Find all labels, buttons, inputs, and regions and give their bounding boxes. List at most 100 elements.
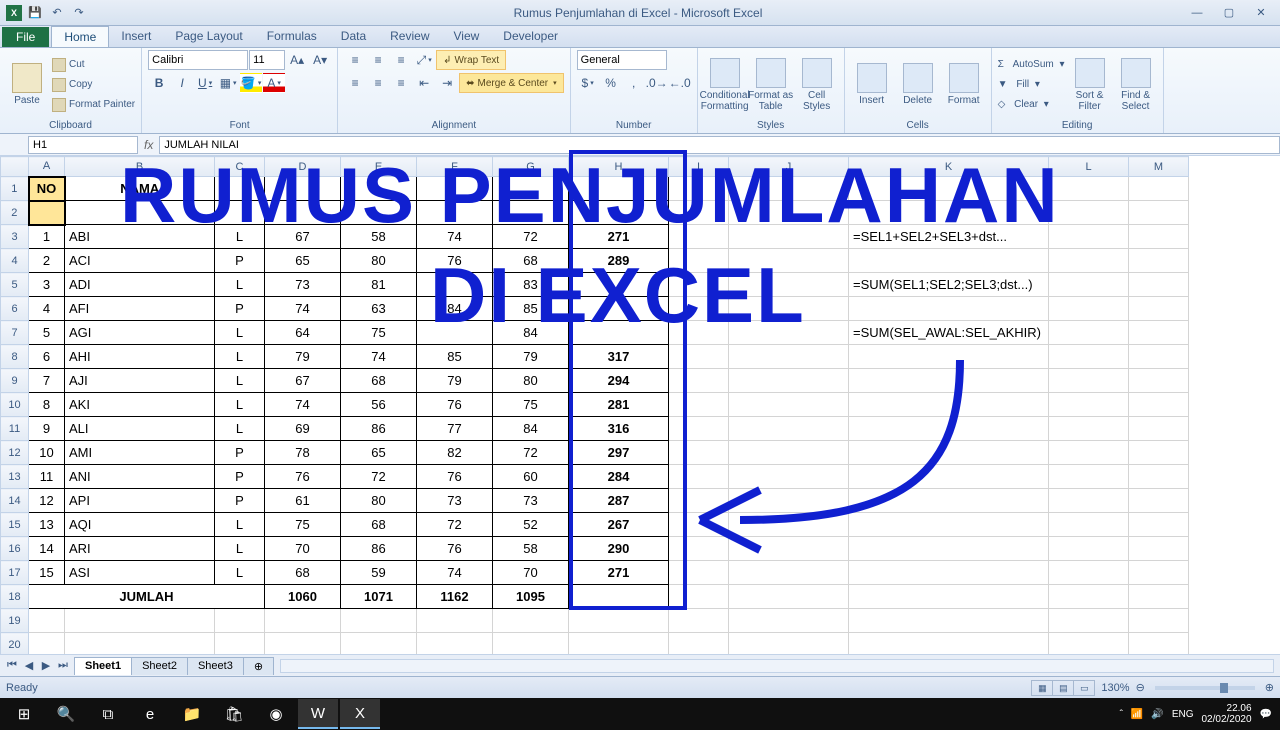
sheet-tab-sheet3[interactable]: Sheet3 — [187, 657, 244, 675]
cell-nama[interactable]: ACI — [65, 249, 215, 273]
cell-nama[interactable]: API — [65, 489, 215, 513]
increase-font-icon[interactable]: A▴ — [286, 50, 308, 70]
cell[interactable] — [669, 201, 729, 225]
cell[interactable]: 72 — [341, 465, 417, 489]
format-as-table-button[interactable]: Format as Table — [750, 58, 792, 112]
cell[interactable]: 73 — [493, 489, 569, 513]
cell[interactable] — [1049, 369, 1129, 393]
cell[interactable] — [1129, 633, 1189, 655]
cell[interactable] — [1129, 273, 1189, 297]
col-header-D[interactable]: D — [265, 157, 341, 177]
cell[interactable]: 65 — [341, 441, 417, 465]
cell[interactable]: 70 — [265, 537, 341, 561]
cell[interactable]: 74 — [265, 393, 341, 417]
tab-insert[interactable]: Insert — [109, 26, 163, 47]
cell[interactable]: L — [215, 561, 265, 585]
cell[interactable]: 60 — [493, 465, 569, 489]
cell[interactable]: L — [215, 369, 265, 393]
cell[interactable]: 78 — [265, 441, 341, 465]
cell[interactable]: 86 — [341, 417, 417, 441]
cell[interactable]: L — [215, 321, 265, 345]
cell[interactable] — [729, 537, 849, 561]
border-button[interactable]: ▦ — [217, 73, 239, 93]
cell[interactable] — [849, 609, 1049, 633]
cell[interactable] — [669, 345, 729, 369]
cell[interactable] — [669, 609, 729, 633]
col-header-I[interactable]: I — [669, 157, 729, 177]
cell[interactable]: 65 — [265, 249, 341, 273]
cell[interactable] — [669, 297, 729, 321]
cell[interactable] — [1049, 489, 1129, 513]
align-left-icon[interactable]: ≡ — [344, 73, 366, 93]
cell[interactable]: 79 — [493, 345, 569, 369]
cell[interactable]: 59 — [341, 561, 417, 585]
row-header-8[interactable]: 8 — [1, 345, 29, 369]
cell-jumlah[interactable] — [569, 321, 669, 345]
save-icon[interactable]: 💾 — [26, 4, 44, 22]
decrease-indent-icon[interactable]: ⇤ — [413, 73, 435, 93]
file-explorer-icon[interactable]: 📁 — [172, 699, 212, 729]
cell[interactable] — [729, 585, 849, 609]
clear-button[interactable]: ◇ Clear ▾ — [998, 96, 1065, 114]
cell[interactable] — [729, 225, 849, 249]
cell[interactable]: 85 — [493, 297, 569, 321]
side-formula[interactable]: =SUM(SEL_AWAL:SEL_AKHIR) — [849, 321, 1049, 345]
cell-no[interactable]: 7 — [29, 369, 65, 393]
cell-nama[interactable]: ANI — [65, 465, 215, 489]
cell[interactable] — [669, 321, 729, 345]
cell[interactable]: P — [215, 441, 265, 465]
align-right-icon[interactable]: ≡ — [390, 73, 412, 93]
merge-center-button[interactable]: ⬌Merge & Center▾ — [459, 73, 564, 93]
col-header-G[interactable]: G — [493, 157, 569, 177]
cell-nama[interactable]: AKI — [65, 393, 215, 417]
cell[interactable]: 73 — [265, 273, 341, 297]
cell[interactable]: P — [215, 489, 265, 513]
row-header-17[interactable]: 17 — [1, 561, 29, 585]
horizontal-scrollbar[interactable] — [280, 659, 1274, 673]
row-header-16[interactable]: 16 — [1, 537, 29, 561]
redo-icon[interactable]: ↷ — [70, 4, 88, 22]
cell[interactable] — [29, 201, 65, 225]
cell[interactable]: 80 — [341, 489, 417, 513]
cell[interactable] — [849, 177, 1049, 201]
excel-taskbar-icon[interactable]: X — [340, 699, 380, 729]
cell[interactable] — [1049, 273, 1129, 297]
col-header-H[interactable]: H — [569, 157, 669, 177]
new-sheet-button[interactable]: ⊕ — [243, 657, 274, 675]
cell[interactable] — [215, 633, 265, 655]
cell[interactable]: 72 — [417, 513, 493, 537]
cell[interactable] — [729, 249, 849, 273]
cell[interactable] — [729, 441, 849, 465]
increase-indent-icon[interactable]: ⇥ — [436, 73, 458, 93]
cell[interactable] — [729, 609, 849, 633]
italic-button[interactable]: I — [171, 73, 193, 93]
decrease-decimal-icon[interactable]: ←.0 — [669, 73, 691, 93]
fill-color-button[interactable]: 🪣 — [240, 73, 262, 93]
cell[interactable] — [669, 513, 729, 537]
maximize-button[interactable]: ▢ — [1214, 4, 1244, 22]
cell-jumlah[interactable]: 294 — [569, 369, 669, 393]
cell[interactable] — [341, 177, 417, 201]
cell-jumlah[interactable]: 271 — [569, 561, 669, 585]
cut-button[interactable]: Cut — [52, 56, 135, 74]
number-format-select[interactable] — [577, 50, 667, 70]
cell[interactable] — [669, 225, 729, 249]
row-header-1[interactable]: 1 — [1, 177, 29, 201]
cell-jumlah[interactable]: 297 — [569, 441, 669, 465]
cell-no[interactable]: 13 — [29, 513, 65, 537]
cell-no[interactable]: 1 — [29, 225, 65, 249]
start-button[interactable]: ⊞ — [4, 699, 44, 729]
font-color-button[interactable]: A — [263, 73, 285, 93]
cell[interactable]: 75 — [341, 321, 417, 345]
cell-styles-button[interactable]: Cell Styles — [796, 58, 838, 112]
cell[interactable] — [215, 201, 265, 225]
cell-no[interactable]: 3 — [29, 273, 65, 297]
cell[interactable] — [729, 393, 849, 417]
cell-no[interactable]: 2 — [29, 249, 65, 273]
cell[interactable]: 1095 — [493, 585, 569, 609]
wrap-text-button[interactable]: ↲Wrap Text — [436, 50, 506, 70]
header-no[interactable]: NO — [29, 177, 65, 201]
cell[interactable] — [1049, 297, 1129, 321]
tab-page-layout[interactable]: Page Layout — [163, 26, 254, 47]
cell[interactable]: 1162 — [417, 585, 493, 609]
